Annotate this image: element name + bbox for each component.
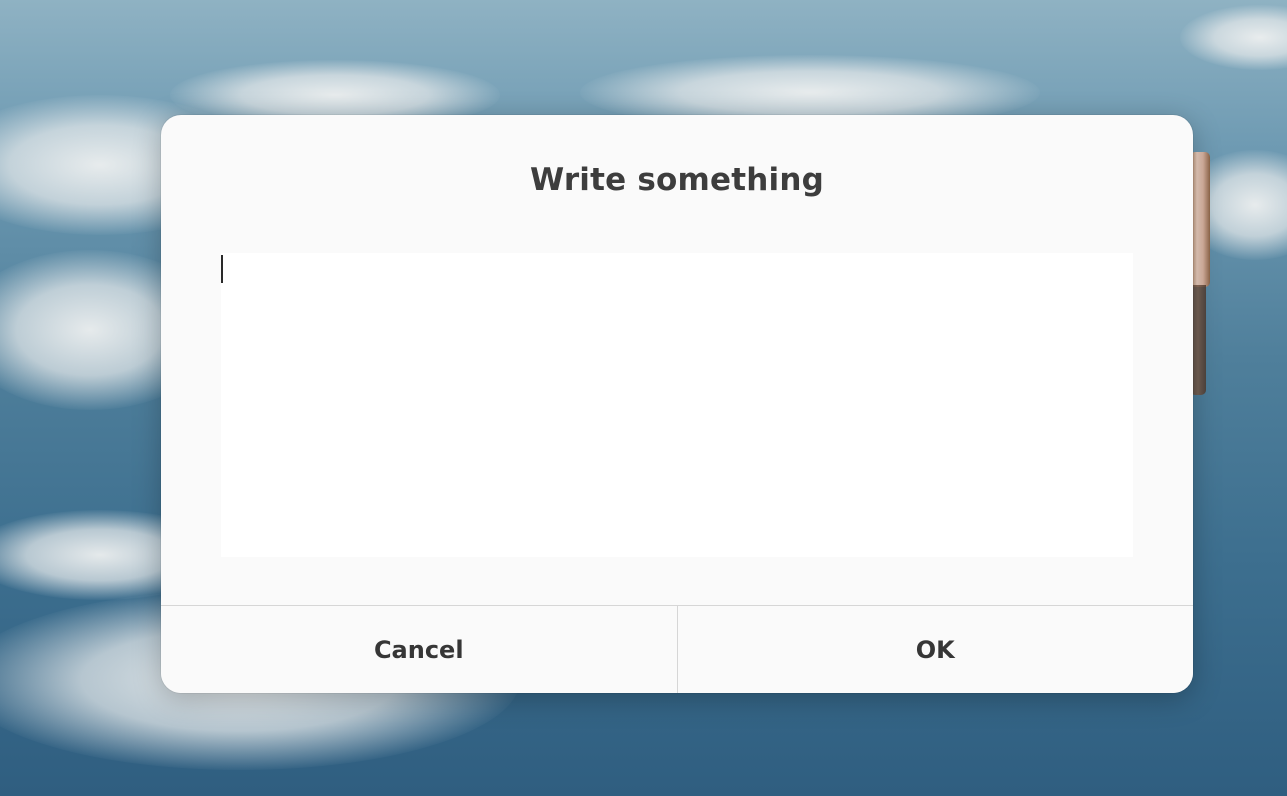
wooden-post	[1190, 152, 1210, 287]
text-cursor	[221, 255, 223, 283]
cancel-button[interactable]: Cancel	[161, 606, 677, 693]
text-entry-area[interactable]	[221, 253, 1133, 557]
dialog-title: Write something	[529, 162, 825, 198]
write-something-dialog: Write something Cancel OK	[161, 115, 1193, 693]
dialog-button-row: Cancel OK	[161, 605, 1193, 693]
cloud-reflection	[1180, 5, 1287, 70]
ok-button[interactable]: OK	[677, 606, 1193, 693]
